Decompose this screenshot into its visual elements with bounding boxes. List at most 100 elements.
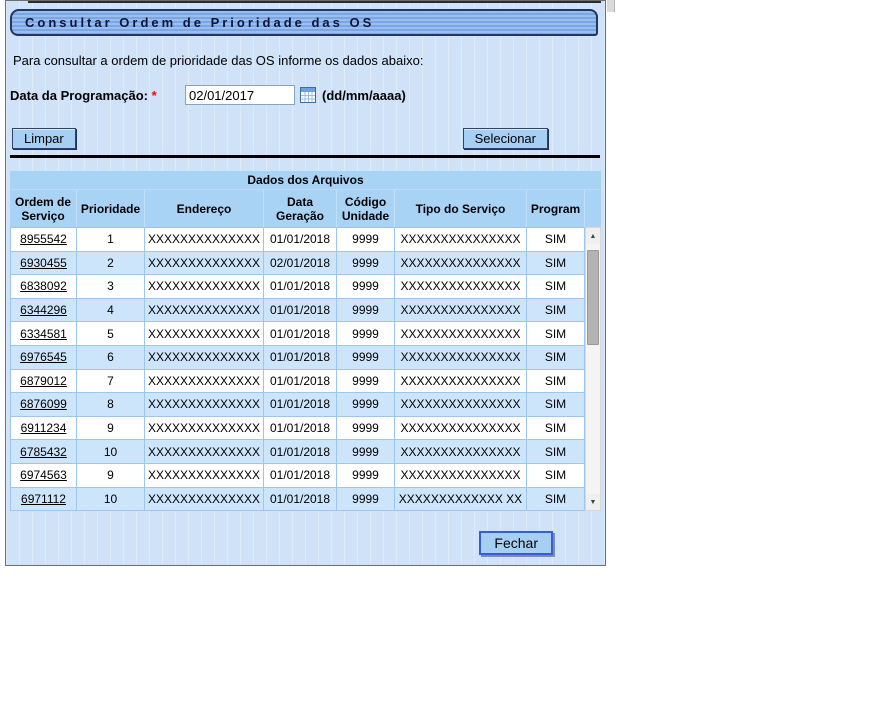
select-button[interactable]: Selecionar — [463, 128, 548, 149]
table-scrollbar[interactable]: ▲ ▼ — [585, 227, 601, 511]
codigo_unidade-cell: 9999 — [337, 440, 395, 464]
endereco-cell: XXXXXXXXXXXXXX — [145, 393, 264, 417]
table-row: 68790127XXXXXXXXXXXXXX01/01/20189999XXXX… — [10, 370, 585, 394]
endereco-cell: XXXXXXXXXXXXXX — [145, 488, 264, 512]
page-background: Consultar Ordem de Prioridade das OS Par… — [0, 0, 882, 703]
os-cell: 8955542 — [10, 228, 77, 252]
top-border-artifact — [28, 1, 601, 3]
scroll-down-icon: ▼ — [590, 499, 597, 506]
program-cell: SIM — [527, 275, 585, 299]
data_geracao-cell: 01/01/2018 — [264, 464, 337, 488]
tipo_servico-cell: XXXXXXXXXXXXXXX — [395, 346, 527, 370]
endereco-cell: XXXXXXXXXXXXXX — [145, 464, 264, 488]
close-row: Fechar — [479, 531, 553, 555]
prioridade-cell: 5 — [77, 322, 145, 346]
os-link[interactable]: 6974563 — [20, 468, 67, 482]
table-row: 678543210XXXXXXXXXXXXXX01/01/20189999XXX… — [10, 440, 585, 464]
column-header-prioridade: Prioridade — [77, 190, 145, 227]
os-link[interactable]: 6976545 — [20, 350, 67, 364]
prioridade-cell: 9 — [77, 417, 145, 441]
table-row: 89555421XXXXXXXXXXXXXX01/01/20189999XXXX… — [10, 228, 585, 252]
table-row: 63442964XXXXXXXXXXXXXX01/01/20189999XXXX… — [10, 299, 585, 323]
table-row: 68760998XXXXXXXXXXXXXX01/01/20189999XXXX… — [10, 393, 585, 417]
prioridade-cell: 3 — [77, 275, 145, 299]
table-rows: 89555421XXXXXXXXXXXXXX01/01/20189999XXXX… — [10, 227, 585, 511]
prioridade-cell: 10 — [77, 488, 145, 512]
os-link[interactable]: 6971112 — [21, 492, 66, 506]
codigo_unidade-cell: 9999 — [337, 252, 395, 276]
tipo_servico-cell: XXXXXXXXXXXXXXX — [395, 464, 527, 488]
os-link[interactable]: 6911234 — [21, 421, 67, 435]
os-link[interactable]: 6334581 — [20, 327, 67, 341]
os-link[interactable]: 6879012 — [20, 374, 67, 388]
codigo_unidade-cell: 9999 — [337, 370, 395, 394]
os-link[interactable]: 8955542 — [20, 232, 67, 246]
endereco-cell: XXXXXXXXXXXXXX — [145, 275, 264, 299]
calendar-icon[interactable] — [300, 87, 317, 104]
data_geracao-cell: 01/01/2018 — [264, 393, 337, 417]
os-cell: 6879012 — [10, 370, 77, 394]
os-link[interactable]: 6785432 — [20, 445, 67, 459]
column-header-program: Program — [527, 190, 585, 227]
table-row: 697111210XXXXXXXXXXXXXX01/01/20189999XXX… — [10, 488, 585, 512]
table-row: 6334581 5XXXXXXXXXXXXXX01/01/20189999XXXX… — [10, 322, 585, 346]
close-button[interactable]: Fechar — [479, 531, 553, 555]
codigo_unidade-cell: 9999 — [337, 464, 395, 488]
separator-line — [10, 155, 600, 158]
table-row: 68380923XXXXXXXXXXXXXX01/01/20189999XXXX… — [10, 275, 585, 299]
table-header-row: Ordem de ServiçoPrioridadeEndereçoData G… — [10, 190, 601, 227]
column-header-endereco: Endereço — [145, 190, 264, 227]
table-row: 69765456XXXXXXXXXXXXXX01/01/20189999XXXX… — [10, 346, 585, 370]
tipo_servico-cell: XXXXXXXXXXXXXXX — [395, 322, 527, 346]
data_geracao-cell: 01/01/2018 — [264, 440, 337, 464]
os-cell: 6785432 — [10, 440, 77, 464]
tipo_servico-cell: XXXXXXXXXXXXXXX — [395, 393, 527, 417]
data_geracao-cell: 01/01/2018 — [264, 322, 337, 346]
column-header-data_geracao: Data Geração — [264, 190, 337, 227]
endereco-cell: XXXXXXXXXXXXXX — [145, 322, 264, 346]
endereco-cell: XXXXXXXXXXXXXX — [145, 417, 264, 441]
os-cell: 6876099 — [10, 393, 77, 417]
endereco-cell: XXXXXXXXXXXXXX — [145, 299, 264, 323]
program-cell: SIM — [527, 252, 585, 276]
dialog-titlebar: Consultar Ordem de Prioridade das OS — [10, 9, 598, 36]
os-link[interactable]: 6930455 — [20, 256, 67, 270]
table-row: 69745639XXXXXXXXXXXXXX01/01/20189999XXXX… — [10, 464, 585, 488]
os-cell: 6838092 — [10, 275, 77, 299]
column-header-tipo_servico: Tipo do Serviço — [395, 190, 527, 227]
os-link[interactable]: 6344296 — [20, 303, 67, 317]
endereco-cell: XXXXXXXXXXXXXX — [145, 370, 264, 394]
prioridade-cell: 10 — [77, 440, 145, 464]
program-cell: SIM — [527, 370, 585, 394]
intro-text: Para consultar a ordem de prioridade das… — [13, 53, 423, 68]
date-input[interactable] — [185, 85, 295, 105]
page-scrollbar-artifact — [607, 0, 615, 12]
os-link[interactable]: 6876099 — [20, 397, 67, 411]
actions-row: Limpar Selecionar — [12, 128, 548, 149]
program-cell: SIM — [527, 346, 585, 370]
os-link[interactable]: 6838092 — [20, 279, 67, 293]
codigo_unidade-cell: 9999 — [337, 346, 395, 370]
program-cell: SIM — [527, 322, 585, 346]
codigo_unidade-cell: 9999 — [337, 393, 395, 417]
program-cell: SIM — [527, 488, 585, 512]
scroll-up-button[interactable]: ▲ — [586, 228, 600, 244]
clear-button[interactable]: Limpar — [12, 128, 76, 149]
os-cell: 6334581 — [10, 322, 77, 346]
os-cell: 6930455 — [10, 252, 77, 276]
data_geracao-cell: 02/01/2018 — [264, 252, 337, 276]
program-cell: SIM — [527, 440, 585, 464]
data_geracao-cell: 01/01/2018 — [264, 417, 337, 441]
scroll-down-button[interactable]: ▼ — [586, 494, 600, 510]
codigo_unidade-cell: 9999 — [337, 322, 395, 346]
date-label: Data da Programação: * — [10, 88, 185, 103]
codigo_unidade-cell: 9999 — [337, 275, 395, 299]
codigo_unidade-cell: 9999 — [337, 417, 395, 441]
dialog-title: Consultar Ordem de Prioridade das OS — [12, 15, 374, 30]
program-cell: SIM — [527, 417, 585, 441]
program-cell: SIM — [527, 464, 585, 488]
prioridade-cell: 6 — [77, 346, 145, 370]
consultar-ordem-prioridade-dialog: Consultar Ordem de Prioridade das OS Par… — [5, 0, 606, 566]
date-label-text: Data da Programação: — [10, 88, 148, 103]
scrollbar-thumb[interactable] — [587, 250, 599, 345]
